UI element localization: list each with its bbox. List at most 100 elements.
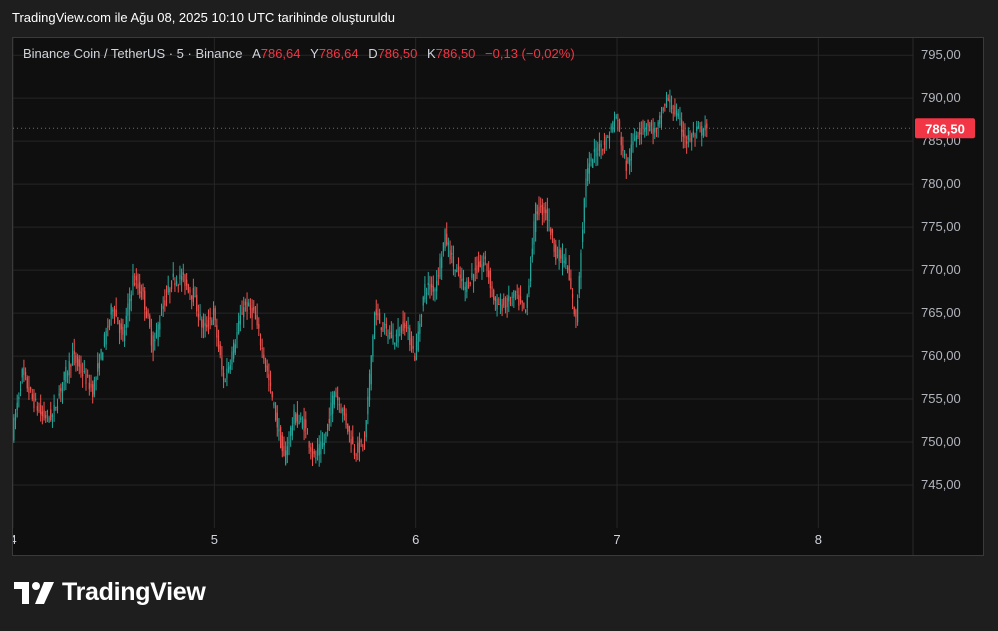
candle-body	[580, 252, 582, 278]
candle-body	[620, 136, 622, 146]
candle-body	[442, 242, 444, 252]
candle-body	[679, 117, 681, 120]
candle-body	[699, 127, 701, 129]
candle-body	[640, 132, 642, 134]
candle-body	[204, 323, 206, 326]
candle-body	[541, 204, 543, 215]
candle-body	[489, 270, 491, 289]
candle-body	[300, 417, 302, 420]
candle-body	[249, 305, 252, 311]
candle-body	[629, 159, 631, 166]
candle-body	[303, 418, 305, 432]
candle-body	[556, 255, 559, 257]
candle-body	[503, 298, 505, 306]
candle-body	[159, 322, 161, 330]
candle-body	[530, 263, 532, 282]
candle-body	[459, 274, 461, 279]
candle-body	[488, 270, 490, 278]
candle-body	[561, 255, 564, 264]
candle-body	[407, 326, 409, 329]
candle-body	[172, 273, 174, 277]
candle-body	[576, 300, 579, 323]
candle-body	[61, 382, 64, 393]
candle-body	[82, 374, 84, 376]
candle-body	[264, 358, 267, 368]
candle-body	[479, 260, 481, 268]
candle-body	[536, 211, 538, 214]
candle-body	[169, 288, 171, 293]
candle-body	[92, 384, 94, 397]
candle-body	[60, 388, 62, 392]
candle-body	[412, 346, 414, 349]
candle-body	[66, 372, 69, 377]
candle-body	[326, 424, 329, 430]
close-value: 786,50	[435, 46, 476, 61]
candle-body	[415, 341, 418, 351]
candle-body	[511, 296, 513, 298]
candle-body	[657, 122, 659, 126]
candle-body	[692, 131, 694, 135]
candle-body	[97, 363, 99, 372]
candle-body	[134, 282, 136, 286]
candle-body	[491, 286, 493, 290]
candle-body	[603, 141, 606, 146]
candle-body	[263, 354, 265, 359]
candle-body	[427, 282, 429, 286]
candle-body	[436, 280, 438, 292]
candle-body	[26, 377, 28, 389]
candle-body	[478, 261, 480, 271]
candle-body	[127, 303, 129, 316]
candle-body	[501, 304, 503, 311]
candle-body	[234, 344, 236, 353]
candle-body	[384, 323, 386, 325]
candle-body	[526, 295, 528, 309]
chart-panel[interactable]: 795,00 790,00 785,00 780,00 775,00 770,00 765,…	[12, 37, 984, 556]
candle-body	[184, 274, 186, 287]
candle-body	[105, 330, 107, 345]
candle-body	[348, 426, 351, 432]
candle-body	[95, 377, 97, 382]
candle-body	[340, 408, 342, 413]
candle-body	[259, 338, 262, 346]
candle-body	[271, 391, 273, 398]
candle-body	[702, 128, 705, 136]
candle-body	[405, 325, 408, 327]
candle-body	[123, 330, 126, 341]
candle-body	[598, 144, 601, 152]
candle-body	[206, 324, 208, 328]
candle-body	[254, 311, 257, 320]
candle-body	[217, 335, 220, 350]
candle-body	[337, 396, 339, 401]
candle-body	[447, 242, 450, 246]
candle-body	[149, 315, 151, 328]
low-label: D	[368, 46, 378, 61]
candle-body	[464, 286, 466, 290]
candle-body	[483, 262, 485, 267]
candle-body	[558, 249, 560, 262]
candle-body	[21, 369, 23, 378]
candle-body	[23, 367, 25, 375]
candle-body	[157, 324, 159, 340]
candle-body	[130, 294, 132, 301]
candle-body	[582, 229, 584, 243]
candle-body	[71, 353, 74, 366]
candle-body	[546, 208, 548, 220]
candle-body	[14, 412, 17, 421]
tradingview-logo[interactable]: TradingView	[14, 578, 206, 607]
candle-body	[392, 335, 394, 343]
symbol-label[interactable]: Binance Coin / TetherUS · 5 · Binance	[23, 46, 242, 61]
candle-body	[48, 417, 50, 423]
candle-body	[308, 441, 310, 448]
candle-body	[63, 371, 65, 380]
candle-body	[664, 103, 666, 106]
candle-body	[551, 228, 554, 233]
candle-body	[350, 439, 352, 445]
candle-body	[315, 457, 317, 459]
high-value: 786,64	[318, 46, 359, 61]
price-chart[interactable]: 795,00790,00785,00780,00775,00770,00765,…	[13, 38, 983, 555]
high-label: Y	[310, 46, 319, 61]
candle-body	[593, 149, 595, 152]
candle-body	[117, 317, 119, 325]
candle-body	[665, 95, 668, 108]
candle-body	[622, 145, 624, 152]
